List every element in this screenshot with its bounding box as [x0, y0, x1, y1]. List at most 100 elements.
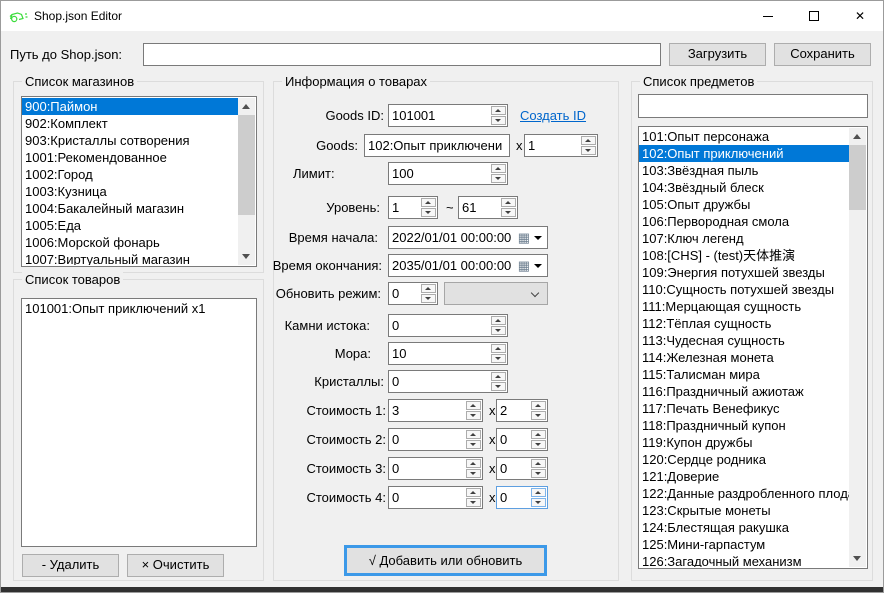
list-item[interactable]: 116:Праздничный ажиотаж: [639, 383, 849, 400]
cost1-count-spinner[interactable]: 2: [496, 399, 548, 422]
list-item[interactable]: 900:Паймон: [22, 98, 238, 115]
spinner-buttons[interactable]: [491, 106, 506, 125]
delete-button[interactable]: - Удалить: [22, 554, 119, 577]
spinner-buttons[interactable]: [531, 459, 546, 478]
scroll-thumb[interactable]: [238, 115, 255, 215]
spinner-buttons[interactable]: [531, 430, 546, 449]
spinner-buttons[interactable]: [421, 198, 436, 217]
spinner-buttons[interactable]: [466, 459, 481, 478]
list-item[interactable]: 125:Мини-гарпастум: [639, 536, 849, 553]
time-end-picker[interactable]: 2035/01/01 00:00:00 ▦: [388, 254, 548, 277]
list-item[interactable]: 117:Печать Венефикус: [639, 400, 849, 417]
mora-spinner[interactable]: 10: [388, 342, 508, 365]
goods-list[interactable]: 101001:Опыт приключений x1: [21, 298, 257, 547]
add-or-update-button[interactable]: √ Добавить или обновить: [344, 545, 547, 576]
cost1-item-spinner[interactable]: 3: [388, 399, 483, 422]
list-item[interactable]: 902:Комплект: [22, 115, 238, 132]
close-button[interactable]: ✕: [837, 1, 883, 31]
list-item[interactable]: 1004:Бакалейный магазин: [22, 200, 238, 217]
level-min-spinner[interactable]: 1: [388, 196, 438, 219]
goods-count-spinner[interactable]: 1: [524, 134, 598, 157]
spinner-buttons[interactable]: [501, 198, 516, 217]
list-item[interactable]: 113:Чудесная сущность: [639, 332, 849, 349]
goods-id-spinner[interactable]: 101001: [388, 104, 508, 127]
item-list-scrollbar[interactable]: [849, 128, 866, 567]
item-filter-input[interactable]: [638, 94, 868, 118]
minimize-button[interactable]: [745, 1, 791, 31]
level-max-spinner[interactable]: 61: [458, 196, 518, 219]
cost2-count-spinner[interactable]: 0: [496, 428, 548, 451]
list-item[interactable]: 110:Сущность потухшей звезды: [639, 281, 849, 298]
refresh-mode-spinner[interactable]: 0: [388, 282, 438, 305]
cost4-item-spinner[interactable]: 0: [388, 486, 483, 509]
spinner-buttons[interactable]: [466, 430, 481, 449]
list-item[interactable]: 122:Данные раздробленного плода: [639, 485, 849, 502]
cost3-item-spinner[interactable]: 0: [388, 457, 483, 480]
shop-list-scrollbar[interactable]: [238, 98, 255, 265]
limit-spinner[interactable]: 100: [388, 162, 508, 185]
list-item[interactable]: 104:Звёздный блеск: [639, 179, 849, 196]
list-item[interactable]: 115:Талисман мира: [639, 366, 849, 383]
save-button[interactable]: Сохранить: [774, 43, 871, 66]
time-start-picker[interactable]: 2022/01/01 00:00:00 ▦: [388, 226, 548, 249]
crystals-spinner[interactable]: 0: [388, 370, 508, 393]
list-item[interactable]: 106:Первородная смола: [639, 213, 849, 230]
spinner-buttons[interactable]: [421, 284, 436, 303]
list-item[interactable]: 1007:Виртуальный магазин: [22, 251, 238, 265]
items-group: Список предметов 101:Опыт персонажа102:О…: [631, 81, 873, 581]
list-item[interactable]: 111:Мерцающая сущность: [639, 298, 849, 315]
create-id-link[interactable]: Создать ID: [520, 104, 586, 127]
list-item[interactable]: 105:Опыт дружбы: [639, 196, 849, 213]
list-item[interactable]: 124:Блестящая ракушка: [639, 519, 849, 536]
scroll-up-icon[interactable]: [238, 98, 255, 115]
list-item[interactable]: 109:Энергия потухшей звезды: [639, 264, 849, 281]
spinner-buttons[interactable]: [466, 488, 481, 507]
spinner-buttons[interactable]: [491, 344, 506, 363]
list-item[interactable]: 126:Загадочный механизм: [639, 553, 849, 567]
list-item[interactable]: 1005:Еда: [22, 217, 238, 234]
spinner-buttons[interactable]: [466, 401, 481, 420]
list-item[interactable]: 114:Железная монета: [639, 349, 849, 366]
spinner-buttons[interactable]: [491, 316, 506, 335]
scroll-down-icon[interactable]: [238, 248, 255, 265]
shop-list[interactable]: 900:Паймон902:Комплект903:Кристаллы сотв…: [21, 96, 257, 267]
list-item[interactable]: 1003:Кузница: [22, 183, 238, 200]
spinner-buttons[interactable]: [581, 136, 596, 155]
list-item[interactable]: 107:Ключ легенд: [639, 230, 849, 247]
spinner-buttons[interactable]: [531, 488, 546, 507]
list-item[interactable]: 101:Опыт персонажа: [639, 128, 849, 145]
spinner-buttons[interactable]: [531, 401, 546, 420]
list-item[interactable]: 121:Доверие: [639, 468, 849, 485]
list-item[interactable]: 119:Купон дружбы: [639, 434, 849, 451]
list-item[interactable]: 1002:Город: [22, 166, 238, 183]
maximize-button[interactable]: [791, 1, 837, 31]
list-item[interactable]: 903:Кристаллы сотворения: [22, 132, 238, 149]
list-item[interactable]: 1006:Морской фонарь: [22, 234, 238, 251]
spinner-buttons[interactable]: [491, 164, 506, 183]
goods-input[interactable]: [364, 134, 510, 157]
list-item[interactable]: 112:Тёплая сущность: [639, 315, 849, 332]
list-item[interactable]: 123:Скрытые монеты: [639, 502, 849, 519]
cost3-count-spinner[interactable]: 0: [496, 457, 548, 480]
path-input[interactable]: [143, 43, 661, 66]
item-list[interactable]: 101:Опыт персонажа102:Опыт приключений10…: [638, 126, 868, 569]
load-button[interactable]: Загрузить: [669, 43, 766, 66]
clear-button[interactable]: × Очистить: [127, 554, 224, 577]
list-item[interactable]: 118:Праздничный купон: [639, 417, 849, 434]
scroll-up-icon[interactable]: [849, 128, 866, 145]
dropdown-arrow-icon[interactable]: [534, 236, 542, 240]
primogems-spinner[interactable]: 0: [388, 314, 508, 337]
list-item[interactable]: 108:[CHS] - (test)天体推演: [639, 247, 849, 264]
list-item[interactable]: 120:Сердце родника: [639, 451, 849, 468]
list-item[interactable]: 103:Звёздная пыль: [639, 162, 849, 179]
scroll-thumb[interactable]: [849, 145, 866, 210]
list-item[interactable]: 101001:Опыт приключений x1: [22, 300, 255, 317]
list-item[interactable]: 1001:Рекомендованное: [22, 149, 238, 166]
spinner-buttons[interactable]: [491, 372, 506, 391]
refresh-mode-combobox[interactable]: [444, 282, 548, 305]
list-item[interactable]: 102:Опыт приключений: [639, 145, 849, 162]
cost2-item-spinner[interactable]: 0: [388, 428, 483, 451]
dropdown-arrow-icon[interactable]: [534, 264, 542, 268]
scroll-down-icon[interactable]: [849, 550, 866, 567]
cost4-count-spinner[interactable]: 0: [496, 486, 548, 509]
